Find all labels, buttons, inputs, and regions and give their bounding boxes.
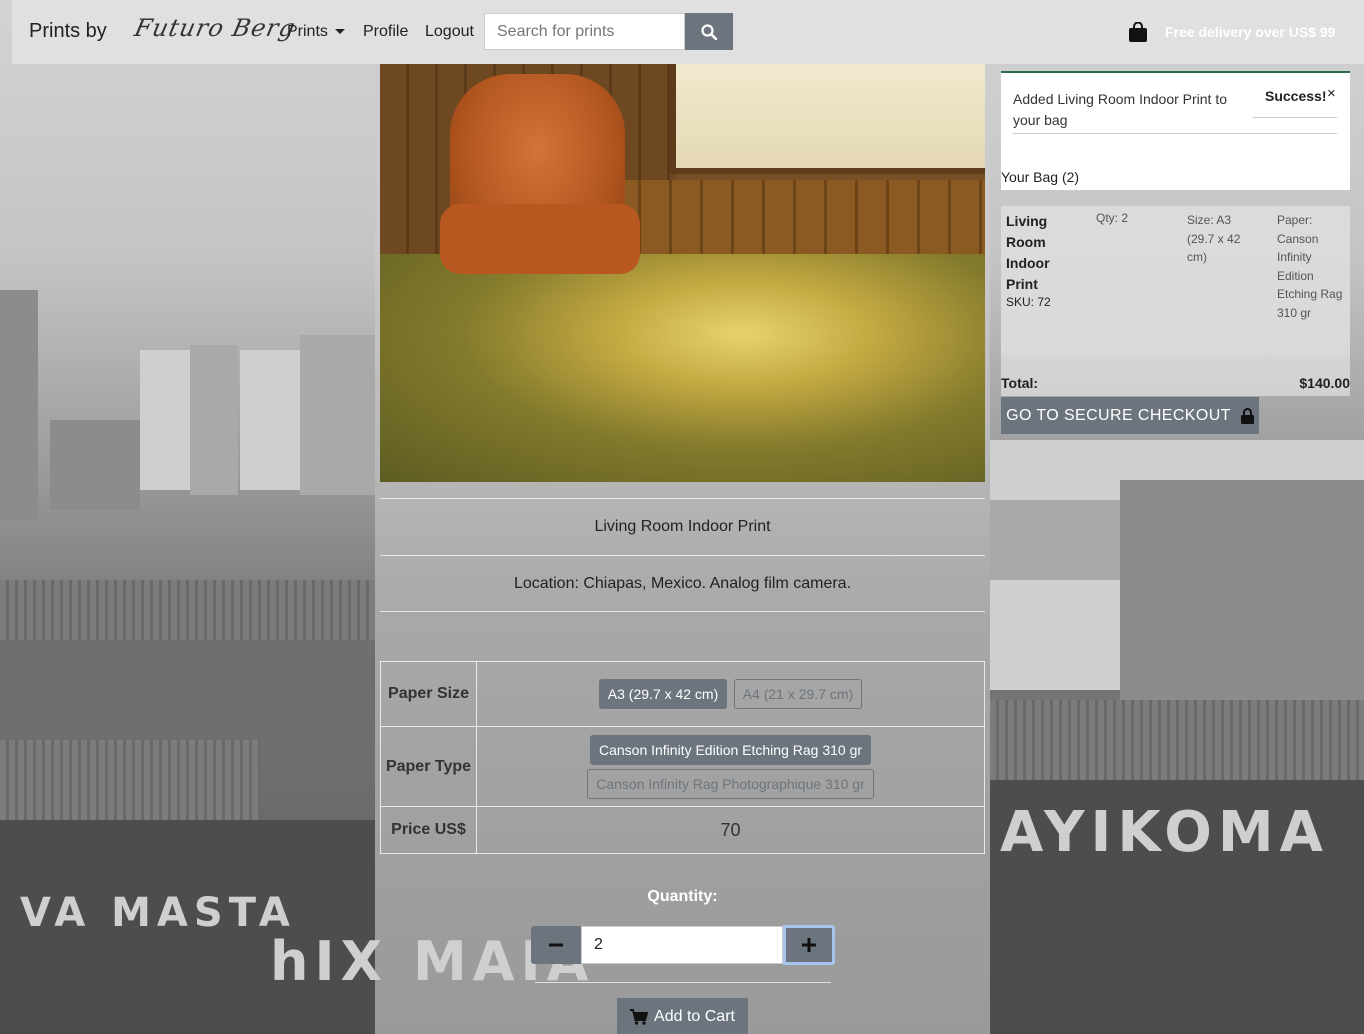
paper-type-option-etching-rag[interactable]: Canson Infinity Edition Etching Rag 310 …: [589, 734, 872, 765]
toast-title: Success!: [1265, 88, 1327, 104]
close-icon[interactable]: ×: [1327, 85, 1336, 102]
paper-size-label: Paper Size: [380, 661, 477, 727]
search-input[interactable]: [484, 13, 685, 50]
quantity-input[interactable]: 2: [581, 926, 783, 964]
bag-total-value: $140.00: [1299, 375, 1350, 391]
paper-size-option-a3[interactable]: A3 (29.7 x 42 cm): [598, 679, 728, 709]
checkout-label: GO TO SECURE CHECKOUT: [1006, 406, 1231, 424]
background-building: [1120, 480, 1364, 710]
brand-text[interactable]: Prints by: [29, 20, 107, 43]
quantity-label: Quantity:: [647, 888, 718, 905]
chevron-down-icon: [334, 29, 345, 35]
background-building: [50, 420, 140, 510]
photo-armchair-seat: [440, 204, 640, 274]
success-toast: Added Living Room Indoor Print to your b…: [1001, 71, 1350, 435]
toast-header: Added Living Room Indoor Print to your b…: [1001, 71, 1350, 190]
background-building: [190, 345, 238, 495]
photo-window: [670, 64, 985, 174]
toast-message: Added Living Room Indoor Print to your b…: [1013, 91, 1228, 128]
search-button[interactable]: [685, 13, 733, 50]
bag-item-size: Size: A3 (29.7 x 42 cm): [1187, 213, 1241, 264]
bag-item-qty: Qty: 2: [1096, 211, 1129, 225]
search-icon: [701, 23, 717, 40]
paper-type-option-rag-photographique[interactable]: Canson Infinity Rag Photographique 310 g…: [587, 768, 874, 799]
photo-carpet: [380, 254, 985, 482]
minus-icon: [549, 943, 563, 947]
paper-size-option-a4[interactable]: A4 (21 x 29.7 cm): [733, 679, 863, 709]
quantity-stepper: 2: [531, 925, 835, 965]
bag-total-row: [1001, 356, 1350, 396]
product-detail-panel: Living Room Indoor Print Location: Chiap…: [375, 64, 990, 1034]
price-label: Price US$: [380, 806, 477, 854]
cart-icon: [630, 1009, 649, 1025]
bag-item-sku: SKU: 72: [1006, 295, 1051, 309]
lock-icon: [1240, 407, 1254, 424]
quantity-increment-button[interactable]: [783, 925, 835, 965]
nav-prints-dropdown[interactable]: Prints: [287, 23, 345, 41]
nav-profile-link[interactable]: Profile: [363, 23, 408, 41]
bag-title: Your Bag (2): [1001, 169, 1080, 185]
bag-total-label: Total:: [1001, 375, 1039, 391]
bag-item-paper: Paper: Canson Infinity Edition Etching R…: [1277, 213, 1343, 320]
graffiti-text: AYIKOMA: [1000, 800, 1329, 865]
price-value: 70: [720, 819, 741, 840]
background-building: [990, 500, 1130, 580]
product-options-table: Paper Size A3 (29.7 x 42 cm) A4 (21 x 29…: [380, 661, 985, 854]
background-building: [140, 350, 190, 490]
top-navbar: Prints by Futuro Berg Prints Profile Log…: [12, 0, 1364, 64]
secure-checkout-button[interactable]: GO TO SECURE CHECKOUT: [1001, 397, 1259, 434]
divider: [1253, 117, 1337, 118]
divider: [1013, 133, 1337, 134]
product-title: Living Room Indoor Print: [380, 498, 985, 556]
background-building: [0, 290, 38, 520]
bag-item-name: Living Room Indoor Print: [1006, 213, 1050, 292]
shopping-bag-icon[interactable]: [1129, 22, 1147, 42]
plus-icon: [802, 938, 816, 952]
add-to-cart-label: Add to Cart: [654, 1008, 735, 1025]
paper-type-label: Paper Type: [380, 726, 477, 807]
background-building: [240, 350, 300, 490]
brand-signature-logo[interactable]: Futuro Berg: [132, 14, 298, 42]
background-building: [990, 580, 1120, 690]
divider: [535, 982, 831, 983]
quantity-decrement-button[interactable]: [531, 926, 581, 964]
nav-logout-link[interactable]: Logout: [425, 23, 474, 41]
free-delivery-banner: Free delivery over US$ 99: [1165, 24, 1336, 40]
graffiti-text: VA MASTA: [20, 890, 296, 936]
background-building: [300, 335, 375, 495]
add-to-cart-button[interactable]: Add to Cart: [617, 998, 748, 1034]
background-roof: [0, 740, 260, 830]
background-roof: [990, 700, 1364, 790]
product-image: [380, 64, 985, 482]
nav-prints-label: Prints: [287, 23, 328, 40]
product-description: Location: Chiapas, Mexico. Analog film c…: [380, 556, 985, 612]
